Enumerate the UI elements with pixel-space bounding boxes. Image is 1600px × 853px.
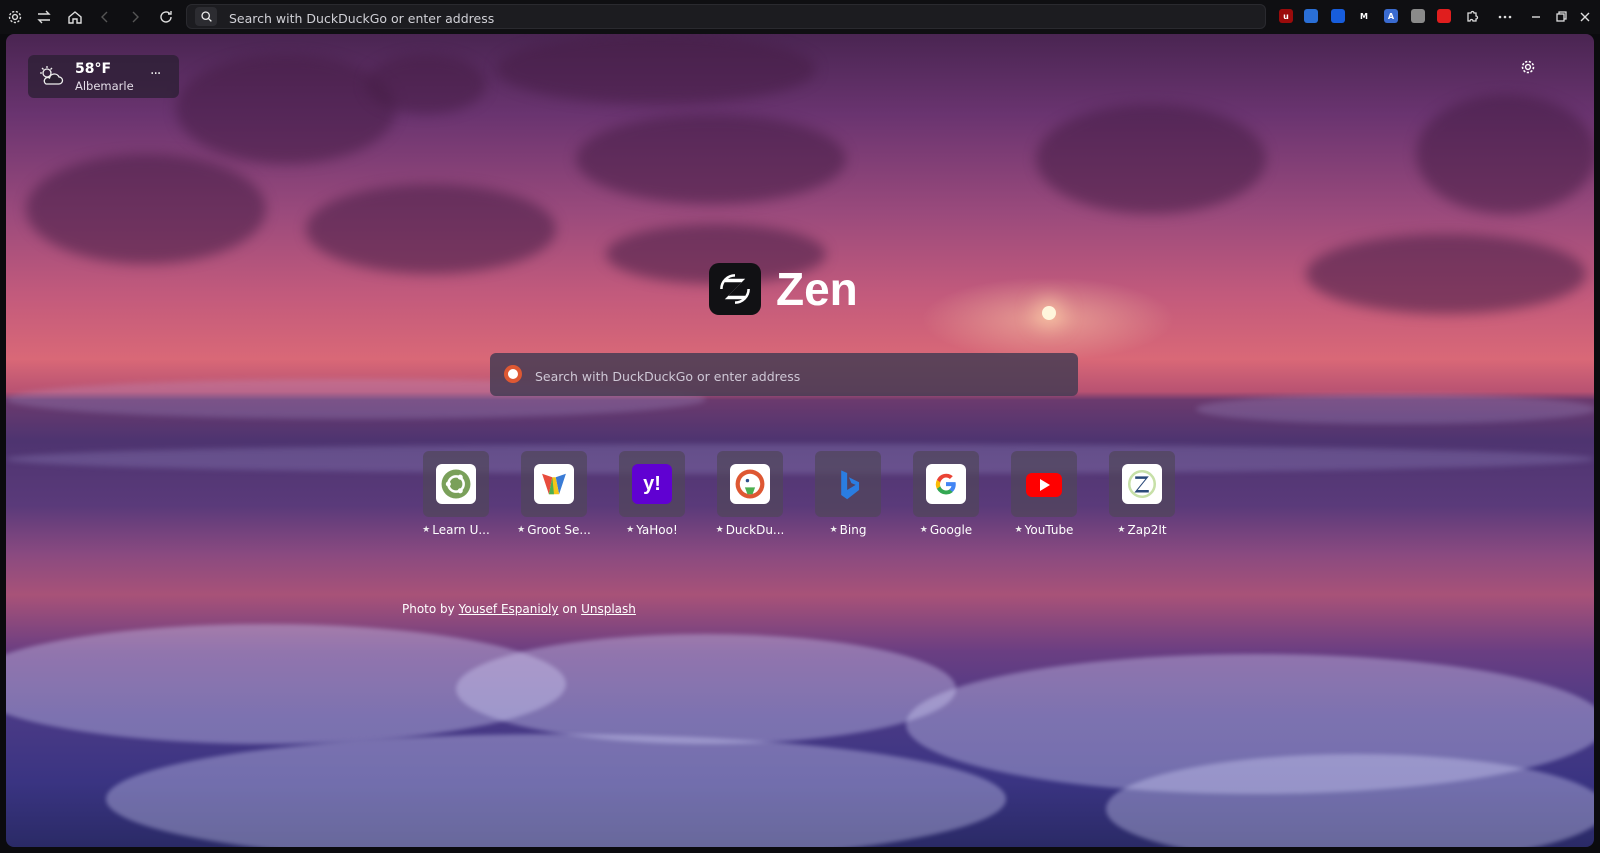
pin-icon: ★ — [715, 525, 724, 535]
photo-author-link[interactable]: Yousef Espanioly — [459, 602, 559, 616]
pin-icon: ★ — [919, 525, 928, 535]
pin-icon: ★ — [1117, 525, 1126, 535]
shortcut-label: Groot Se... — [527, 523, 591, 537]
pin-icon: ★ — [829, 525, 838, 535]
forward-icon[interactable] — [124, 6, 146, 28]
shortcut-label: YaHoo! — [636, 523, 678, 537]
browser-toolbar: u M A — [0, 0, 1600, 34]
malwarebytes-icon[interactable]: M — [1357, 9, 1371, 23]
shortcut-tile[interactable]: ★ Bing — [799, 451, 897, 537]
extension-grey-icon[interactable] — [1411, 9, 1425, 23]
youtube-extension-icon[interactable] — [1437, 9, 1451, 23]
ubuntu-icon — [436, 464, 476, 504]
url-input[interactable] — [227, 8, 1131, 28]
menu-more-icon[interactable] — [1494, 6, 1516, 28]
shortcut-label: YouTube — [1024, 523, 1074, 537]
minimize-icon[interactable] — [1525, 6, 1547, 28]
zen-logo-icon — [709, 263, 761, 315]
newtab-search-box[interactable] — [490, 353, 1078, 396]
close-icon[interactable] — [1574, 6, 1596, 28]
credit-middle: on — [562, 602, 578, 616]
unsplash-link[interactable]: Unsplash — [581, 602, 636, 616]
weather-temperature: 58°F — [75, 61, 112, 77]
groot-icon — [534, 464, 574, 504]
weather-widget[interactable]: 58°F Albemarle ··· — [28, 55, 179, 98]
pin-icon: ★ — [422, 525, 431, 535]
ublock-icon[interactable]: u — [1279, 9, 1293, 23]
photo-credit: Photo by Yousef Espanioly on Unsplash — [402, 602, 636, 616]
bing-icon — [828, 464, 868, 504]
pin-icon: ★ — [517, 525, 526, 535]
search-icon — [195, 7, 217, 26]
brand-logo: Zen — [709, 262, 858, 316]
brand-wordmark: Zen — [776, 263, 858, 315]
duckduckgo-icon — [730, 464, 770, 504]
shortcut-tile[interactable]: ★ Google — [897, 451, 995, 537]
weather-more-icon[interactable]: ··· — [150, 66, 161, 82]
newtab-search-input[interactable] — [533, 365, 1057, 387]
zap2it-icon — [1122, 464, 1162, 504]
personalize-settings-icon[interactable] — [1520, 59, 1536, 75]
shortcut-tile[interactable]: ★ DuckDu... — [701, 451, 799, 537]
extension-blue-icon[interactable] — [1304, 9, 1318, 23]
shortcut-label: Google — [929, 523, 973, 537]
extensions-puzzle-icon[interactable] — [1461, 6, 1483, 28]
pin-icon: ★ — [626, 525, 635, 535]
shortcut-tile[interactable]: ★ YouTube — [995, 451, 1093, 537]
home-icon[interactable] — [64, 6, 86, 28]
back-icon[interactable] — [94, 6, 116, 28]
shortcut-label: Learn U... — [432, 523, 490, 537]
bitwarden-icon[interactable] — [1331, 9, 1345, 23]
google-icon — [926, 464, 966, 504]
shortcut-label: Zap2It — [1127, 523, 1167, 537]
partly-cloudy-icon — [40, 66, 64, 85]
sidebar-toggle-icon[interactable] — [33, 6, 55, 28]
pin-icon: ★ — [1014, 525, 1023, 535]
reload-icon[interactable] — [155, 6, 177, 28]
credit-prefix: Photo by — [402, 602, 455, 616]
settings-icon[interactable] — [4, 6, 26, 28]
top-sites: ★ Learn U... ★ Groot Se... y! ★ YaHoo! ★ Duc… — [407, 451, 1191, 537]
duckduckgo-icon — [504, 365, 522, 383]
weather-location: Albemarle — [75, 79, 134, 93]
shortcut-tile[interactable]: ★ Zap2It — [1093, 451, 1191, 537]
sun — [1042, 306, 1056, 320]
shortcut-label: DuckDu... — [725, 523, 785, 537]
new-tab-page: 58°F Albemarle ··· Zen Search with DuckD… — [6, 34, 1594, 847]
shortcut-label: Bing — [839, 523, 867, 537]
shortcut-tile[interactable]: ★ Learn U... — [407, 451, 505, 537]
translate-icon[interactable]: A — [1384, 9, 1398, 23]
shortcut-tile[interactable]: ★ Groot Se... — [505, 451, 603, 537]
yahoo-icon: y! — [632, 464, 672, 504]
shortcut-tile[interactable]: y! ★ YaHoo! — [603, 451, 701, 537]
restore-icon[interactable] — [1550, 6, 1572, 28]
youtube-icon — [1024, 464, 1064, 504]
url-bar[interactable] — [186, 4, 1266, 29]
